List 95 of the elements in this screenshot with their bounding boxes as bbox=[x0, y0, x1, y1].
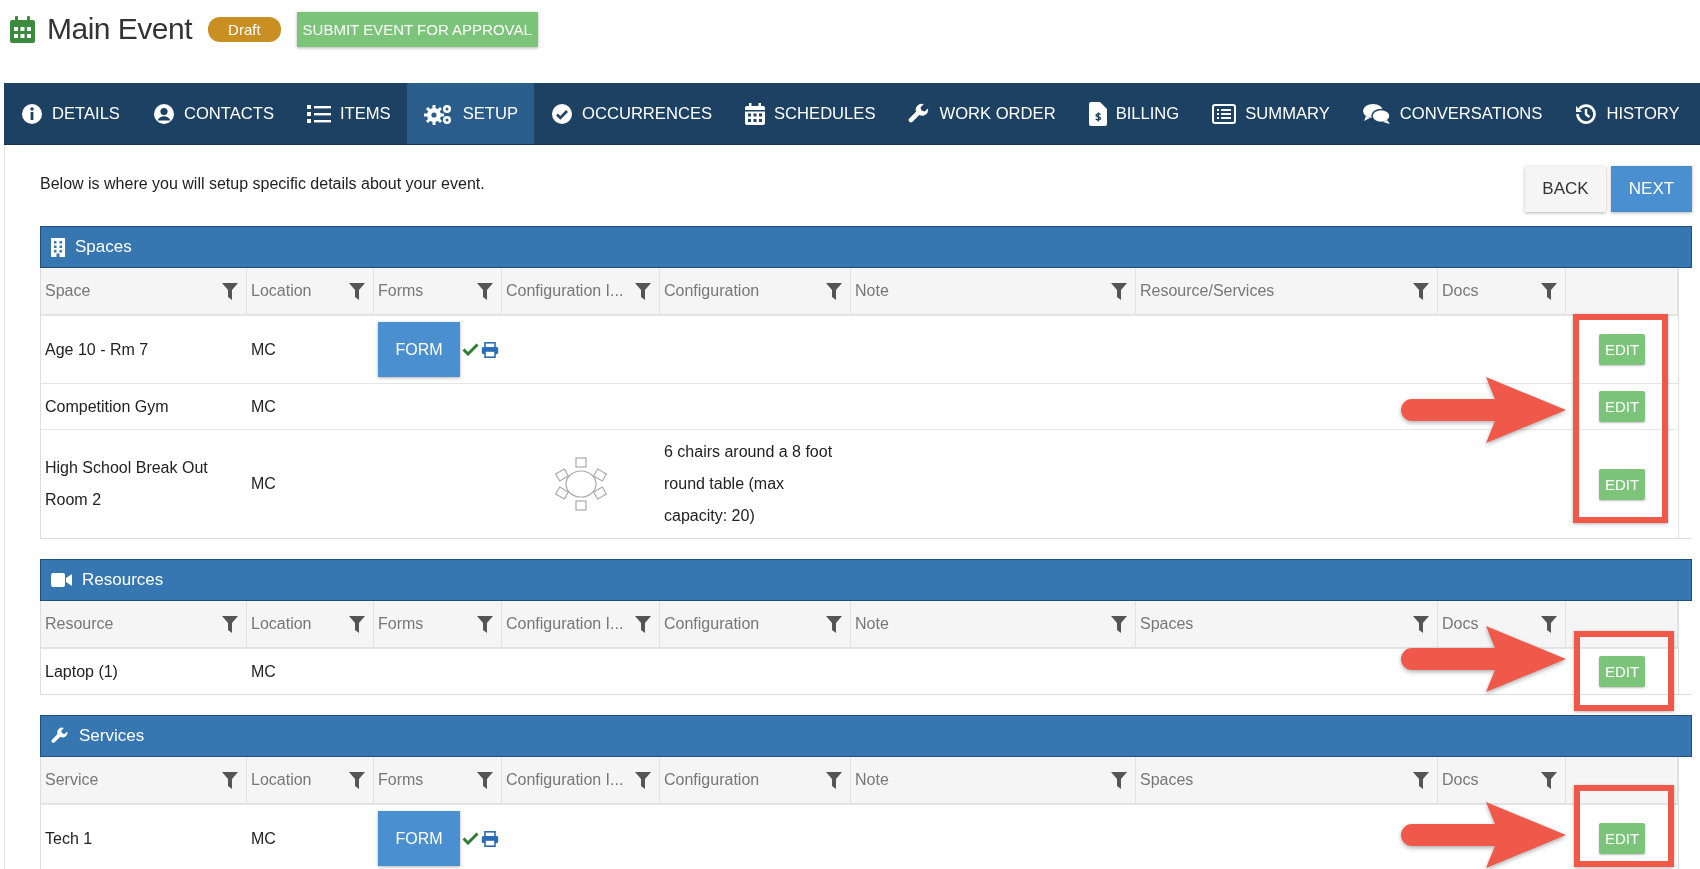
column-label: Forms bbox=[378, 771, 424, 789]
building-icon bbox=[51, 237, 65, 257]
column-label: Resource/Services bbox=[1140, 282, 1275, 300]
filter-icon[interactable] bbox=[635, 282, 651, 300]
tab[interactable]: HISTORY bbox=[1558, 83, 1696, 144]
column-label: Location bbox=[251, 282, 312, 300]
video-camera-icon bbox=[51, 573, 72, 587]
column-label: Docs bbox=[1442, 282, 1479, 300]
tab[interactable]: OCCURRENCES bbox=[534, 83, 729, 144]
tab[interactable]: DETAILS bbox=[4, 83, 136, 144]
table-cell-text: Tech 1 bbox=[45, 828, 93, 849]
column-label: Note bbox=[855, 771, 889, 789]
column-label: Forms bbox=[378, 282, 424, 300]
user-icon bbox=[152, 102, 175, 125]
event-title: Main Event bbox=[47, 12, 193, 46]
table-cell-text: MC bbox=[251, 828, 276, 849]
table-cell-text: 6 chairs around a 8 foot round table (max capacity: 20) bbox=[664, 442, 834, 526]
column-label: Location bbox=[251, 771, 312, 789]
filter-icon[interactable] bbox=[1541, 282, 1557, 300]
column-label: Service bbox=[45, 771, 99, 789]
section-title: Spaces bbox=[75, 237, 132, 257]
column-label: Note bbox=[855, 615, 889, 633]
intro-text: Below is where you will setup specific details about your event. bbox=[40, 175, 485, 193]
column-label: Configuration I... bbox=[506, 615, 624, 633]
column-label: Configuration I... bbox=[506, 771, 624, 789]
column-label: Configuration bbox=[664, 771, 760, 789]
filter-icon[interactable] bbox=[1413, 615, 1429, 633]
wrench-icon bbox=[51, 727, 69, 745]
chat-bubbles-icon bbox=[1362, 102, 1391, 125]
table-cell-text: High School Break Out Room 2 bbox=[45, 458, 209, 510]
filter-icon[interactable] bbox=[1111, 771, 1127, 789]
section-title: Services bbox=[79, 726, 145, 746]
section-title: Resources bbox=[82, 570, 164, 590]
tab[interactable]: BILLING bbox=[1071, 83, 1196, 144]
tab[interactable]: WORK ORDER bbox=[891, 83, 1072, 144]
filter-icon[interactable] bbox=[222, 615, 238, 633]
table-cell-text: MC bbox=[251, 396, 276, 417]
gears-icon bbox=[423, 102, 454, 125]
filter-icon[interactable] bbox=[477, 771, 493, 789]
filter-icon[interactable] bbox=[826, 771, 842, 789]
status-badge: Draft bbox=[208, 16, 281, 42]
column-label: Resource bbox=[45, 615, 114, 633]
back-button[interactable]: BACK bbox=[1525, 166, 1606, 212]
filter-icon[interactable] bbox=[349, 771, 365, 789]
filter-icon[interactable] bbox=[635, 615, 651, 633]
column-label: Note bbox=[855, 282, 889, 300]
table-cell-text: MC bbox=[251, 661, 276, 682]
calendar-icon bbox=[10, 15, 35, 43]
tab[interactable]: SETUP bbox=[406, 83, 535, 144]
table-cell-text: Laptop (1) bbox=[45, 661, 118, 682]
table-cell-text: MC bbox=[251, 474, 276, 494]
table-layout-drawing bbox=[552, 455, 610, 513]
filter-icon[interactable] bbox=[1541, 615, 1557, 633]
filter-icon[interactable] bbox=[222, 771, 238, 789]
filter-icon[interactable] bbox=[1413, 282, 1429, 300]
filter-icon[interactable] bbox=[477, 615, 493, 633]
column-label: Space bbox=[45, 282, 91, 300]
table-cell-text: Competition Gym bbox=[45, 396, 169, 417]
tab[interactable]: CONTACTS bbox=[135, 83, 290, 144]
list-box-icon bbox=[1212, 103, 1237, 124]
column-label: Docs bbox=[1442, 771, 1479, 789]
column-label: Configuration I... bbox=[506, 282, 624, 300]
filter-icon[interactable] bbox=[826, 282, 842, 300]
column-label: Spaces bbox=[1140, 615, 1194, 633]
filter-icon[interactable] bbox=[1541, 771, 1557, 789]
filter-icon[interactable] bbox=[1413, 771, 1429, 789]
info-icon bbox=[21, 102, 43, 125]
tab[interactable]: SCHEDULES bbox=[728, 83, 892, 144]
column-label: Configuration bbox=[664, 282, 760, 300]
column-label: Configuration bbox=[664, 615, 760, 633]
list-icon bbox=[307, 103, 331, 124]
wrench-icon bbox=[908, 102, 931, 125]
column-label: Spaces bbox=[1140, 771, 1194, 789]
column-label: Forms bbox=[378, 615, 424, 633]
filter-icon[interactable] bbox=[349, 615, 365, 633]
filter-icon[interactable] bbox=[826, 615, 842, 633]
column-label: Docs bbox=[1442, 615, 1479, 633]
table-cell-text: MC bbox=[251, 339, 276, 360]
filter-icon[interactable] bbox=[635, 771, 651, 789]
check-circle-icon bbox=[551, 102, 574, 125]
filter-icon[interactable] bbox=[222, 282, 238, 300]
calendar-icon bbox=[745, 102, 766, 125]
filter-icon[interactable] bbox=[1111, 615, 1127, 633]
tab[interactable]: SUMMARY bbox=[1195, 83, 1346, 144]
invoice-icon bbox=[1088, 101, 1107, 126]
print-icon[interactable] bbox=[481, 341, 499, 358]
tab[interactable]: ITEMS bbox=[290, 83, 407, 144]
tab[interactable]: CONVERSATIONS bbox=[1345, 83, 1559, 144]
column-label: Location bbox=[251, 615, 312, 633]
filter-icon[interactable] bbox=[1111, 282, 1127, 300]
filter-icon[interactable] bbox=[349, 282, 365, 300]
print-icon[interactable] bbox=[481, 830, 499, 847]
history-icon bbox=[1575, 102, 1598, 125]
filter-icon[interactable] bbox=[477, 282, 493, 300]
table-cell-text: Age 10 - Rm 7 bbox=[45, 339, 149, 360]
